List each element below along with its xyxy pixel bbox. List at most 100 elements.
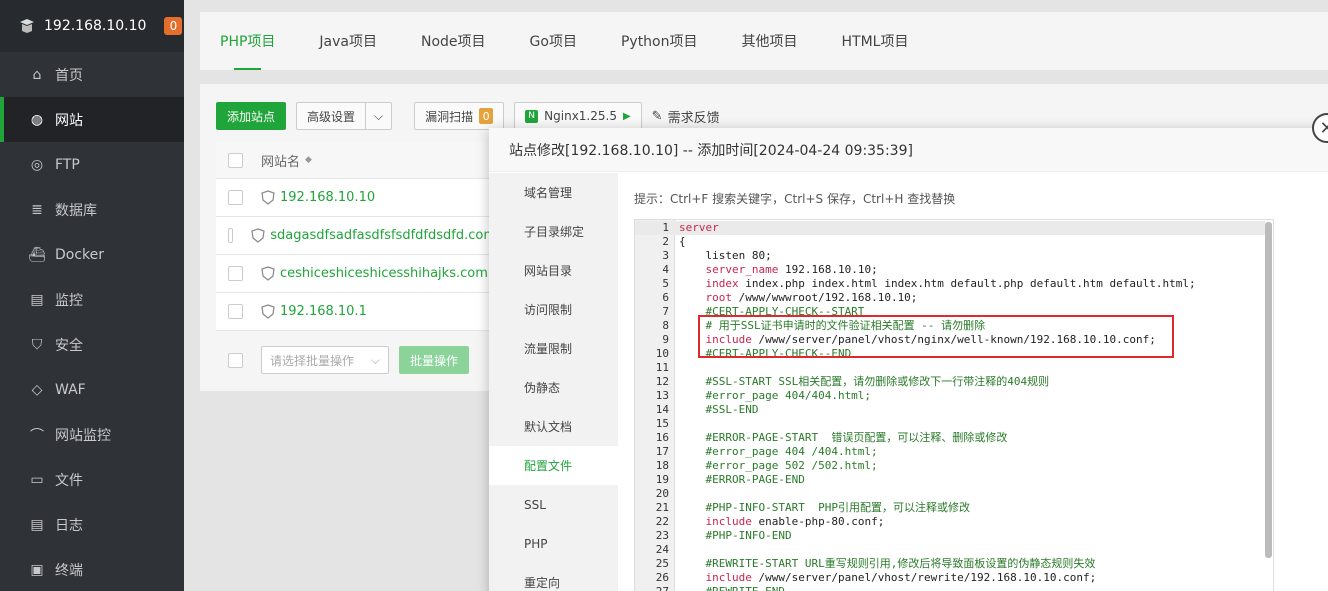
modal-nav-item[interactable]: 网站目录	[489, 251, 618, 290]
sidebar-item-8[interactable]: ⌒ 网站监控	[0, 412, 184, 457]
row-checkbox[interactable]	[228, 304, 243, 319]
batch-action-button[interactable]: 批量操作	[399, 346, 470, 374]
globe-icon: ◍	[30, 111, 44, 128]
line-number: 1	[662, 221, 669, 234]
tab-0[interactable]: PHP项目	[220, 12, 275, 70]
sidebar-item-6[interactable]: ⛉ 安全	[0, 322, 184, 367]
sidebar-item-2[interactable]: ◎ FTP	[0, 142, 184, 187]
nginx-button[interactable]: N Nginx1.25.5 ▶	[514, 102, 642, 130]
folder-icon: ▭	[30, 471, 44, 488]
tab-5[interactable]: 其他项目	[742, 12, 798, 70]
row-checkbox[interactable]	[228, 266, 243, 281]
line-number: 19	[655, 473, 669, 486]
modal-nav-item[interactable]: 流量限制	[489, 329, 618, 368]
line-number: 15	[655, 417, 669, 430]
code-text: index index.php index.html index.htm def…	[705, 277, 1196, 290]
code-line: 17 #error_page 404 /404.html;	[635, 445, 1265, 459]
sidebar-item-1[interactable]: ◍ 网站	[0, 97, 184, 142]
tab-6[interactable]: HTML项目	[842, 12, 909, 70]
site-link[interactable]: ceshiceshiceshicesshihajks.com	[261, 266, 488, 281]
code-line: 15	[635, 417, 1265, 431]
code-line: 3 listen 80;	[635, 249, 1265, 263]
line-number: 24	[655, 543, 669, 556]
modal-title: 站点修改[192.168.10.10] -- 添加时间[2024-04-24 0…	[489, 128, 1328, 172]
advanced-settings-dropdown[interactable]: 高级设置 ⌵	[296, 102, 393, 130]
site-link[interactable]: sdagasdfsadfasdfsfsdfdfdsdfd.com	[251, 228, 496, 243]
line-number: 17	[655, 445, 669, 458]
row-checkbox[interactable]	[228, 190, 243, 205]
code-text: include enable-php-80.conf;	[705, 515, 885, 528]
editor-scrollbar[interactable]	[1265, 222, 1272, 558]
code-text: server	[679, 221, 719, 234]
line-number: 22	[655, 515, 669, 528]
code-line: 25 #REWRITE-START URL重写规则引用,修改后将导致面板设置的伪…	[635, 557, 1265, 571]
modal-nav-item[interactable]: 默认文档	[489, 407, 618, 446]
sidebar-item-11[interactable]: ▣ 终端	[0, 547, 184, 591]
table-header: 网站名 ◆	[216, 142, 496, 179]
code-text: #PHP-INFO-START PHP引用配置，可以注释或修改	[679, 501, 970, 514]
modal-nav-item[interactable]: 子目录绑定	[489, 212, 618, 251]
line-number: 23	[655, 529, 669, 542]
add-site-button[interactable]: 添加站点	[216, 102, 287, 130]
code-text: #error_page 404 /404.html;	[679, 445, 878, 458]
modal-nav-item[interactable]: 重定向	[489, 563, 618, 591]
code-line: 27 #REWRITE-END	[635, 585, 1265, 591]
site-name: 192.168.10.10	[280, 190, 376, 205]
code-text: #SSL-END	[679, 403, 759, 416]
code-line: 10 #CERT-APPLY-CHECK--END	[635, 347, 1265, 361]
sidebar-item-9[interactable]: ▭ 文件	[0, 457, 184, 502]
code-text: #ERROR-PAGE-START 错误页配置，可以注释、删除或修改	[679, 431, 1008, 444]
feedback-link[interactable]: ✎ 需求反馈	[652, 107, 720, 126]
tab-1[interactable]: Java项目	[319, 12, 377, 70]
tab-4[interactable]: Python项目	[621, 12, 698, 70]
modal-nav-item[interactable]: 伪静态	[489, 368, 618, 407]
table-row: ceshiceshiceshicesshihajks.com	[216, 255, 496, 293]
sidebar-item-5[interactable]: ▤ 监控	[0, 277, 184, 322]
line-number: 2	[662, 235, 669, 248]
column-site-name[interactable]: 网站名	[261, 151, 300, 170]
modal-nav-item[interactable]: 访问限制	[489, 290, 618, 329]
scan-label: 漏洞扫描	[425, 109, 474, 124]
terminal-icon: ▣	[30, 561, 44, 578]
tab-3[interactable]: Go项目	[530, 12, 577, 70]
sidebar-item-label: FTP	[55, 156, 80, 173]
select-all-checkbox[interactable]	[228, 152, 243, 168]
waf-shield-icon	[261, 304, 275, 319]
code-text: #PHP-INFO-END	[679, 529, 792, 542]
sidebar-item-3[interactable]: ≣ 数据库	[0, 187, 184, 232]
notification-badge[interactable]: 0	[164, 17, 183, 35]
sort-icon[interactable]: ◆	[305, 155, 312, 165]
sidebar-item-10[interactable]: ▤ 日志	[0, 502, 184, 547]
modal-nav: 域名管理 子目录绑定 网站目录 访问限制 流量限制 伪静态 默认文档 配置文件 SSL PHP 重定…	[489, 173, 618, 591]
advanced-settings-label: 高级设置	[307, 109, 356, 124]
modal-nav-item[interactable]: 配置文件	[489, 446, 618, 485]
vulnerability-scan-button[interactable]: 漏洞扫描 0	[414, 102, 505, 130]
batch-checkbox[interactable]	[228, 352, 243, 368]
code-line: 16 #ERROR-PAGE-START 错误页配置，可以注释、删除或修改	[635, 431, 1265, 445]
batch-select[interactable]: 请选择批量操作 ⌵	[261, 346, 389, 374]
site-link[interactable]: 192.168.10.10	[261, 190, 375, 205]
code-line: 14 #SSL-END	[635, 403, 1265, 417]
modal-nav-item[interactable]: 域名管理	[489, 173, 618, 212]
modal-nav-item[interactable]: PHP	[489, 524, 618, 563]
sidebar-item-4[interactable]: ⛴ Docker	[0, 232, 184, 277]
config-editor[interactable]: 1 server 2{3 listen 80; 4 server_name 192.1…	[634, 219, 1274, 591]
code-line: 23 #PHP-INFO-END	[635, 529, 1265, 543]
code-line: 20	[635, 487, 1265, 501]
sidebar-item-7[interactable]: ◇ WAF	[0, 367, 184, 412]
line-number: 10	[655, 347, 669, 360]
nginx-label: Nginx1.25.5	[544, 109, 617, 123]
chevron-down-icon: ⌵	[370, 352, 380, 367]
site-link[interactable]: 192.168.10.1	[261, 304, 367, 319]
site-name: sdagasdfsadfasdfsfsdfdfdsdfd.com	[270, 228, 496, 243]
tab-2[interactable]: Node项目	[421, 12, 486, 70]
code-text: # 用于SSL证书申请时的文件验证相关配置 -- 请勿删除	[679, 319, 986, 332]
code-line: 2{	[635, 235, 1265, 249]
table-row: sdagasdfsadfasdfsfsdfdfdsdfd.com	[216, 217, 496, 255]
code-line: 19 #ERROR-PAGE-END	[635, 473, 1265, 487]
sidebar-item-0[interactable]: ⌂ 首页	[0, 52, 184, 97]
modal-nav-item[interactable]: SSL	[489, 485, 618, 524]
row-checkbox[interactable]	[228, 228, 234, 243]
